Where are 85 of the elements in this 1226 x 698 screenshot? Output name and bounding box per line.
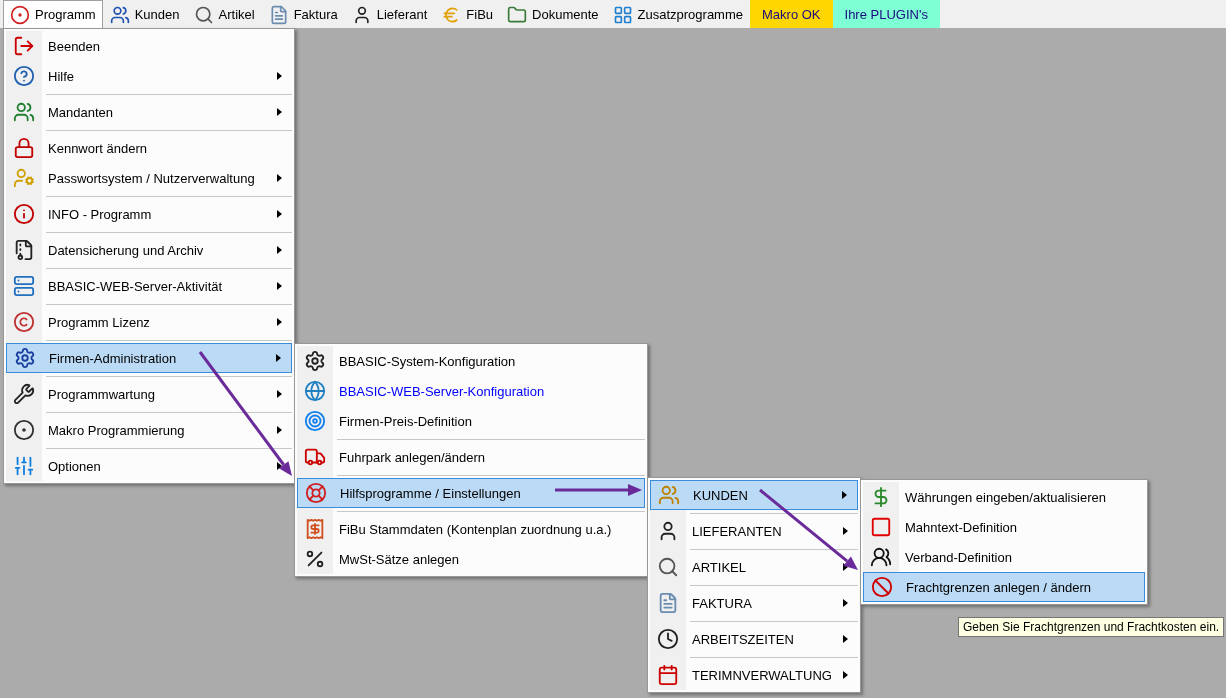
magnifier-icon (193, 4, 214, 25)
menu-item[interactable]: Hilfe (6, 61, 292, 91)
menu-item[interactable]: Makro Programmierung (6, 409, 292, 445)
menu-bar-item[interactable]: Ihre PLUGIN's (832, 0, 940, 28)
percent-icon (304, 548, 326, 570)
menu-item[interactable]: MwSt-Sätze anlegen (297, 544, 645, 574)
menu-item[interactable]: LIEFERANTEN (650, 510, 858, 546)
submenu-arrow-icon (277, 210, 282, 218)
menu-item[interactable]: Passwortsystem / Nutzerverwaltung (6, 163, 292, 193)
menu-bar-item[interactable]: FiBu (434, 0, 501, 28)
menu-item[interactable]: BBASIC-WEB-Server-Konfiguration (297, 376, 645, 406)
menu-item[interactable]: FiBu Stammdaten (Kontenplan zuordnung u.a.) (297, 508, 645, 544)
menu-item[interactable]: Mandanten (6, 91, 292, 127)
submenu-arrow-icon (277, 462, 282, 470)
submenu-arrow-icon (277, 318, 282, 326)
menu-item[interactable]: ARTIKEL (650, 546, 858, 582)
menu-item[interactable]: TERIMNVERWALTUNG (650, 654, 858, 690)
submenu-arrow-icon (277, 174, 282, 182)
menu-item[interactable]: Datensicherung und Archiv (6, 229, 292, 265)
user-settings-icon (13, 167, 35, 189)
square-icon (870, 516, 892, 538)
menu-bar-item[interactable]: Makro OK (750, 0, 833, 28)
submenu-arrow-icon (843, 671, 848, 679)
target-icon (304, 410, 326, 432)
calendar-icon (657, 664, 679, 686)
menu-item[interactable]: BBASIC-WEB-Server-Aktivität (6, 265, 292, 301)
receipt-icon (304, 518, 326, 540)
tooltip: Geben Sie Frachtgrenzen und Frachtkosten ein. (958, 617, 1225, 637)
server-icon (13, 275, 35, 297)
magnifier-icon (657, 556, 679, 578)
menu-item[interactable]: INFO - Programm (6, 193, 292, 229)
info-icon (13, 203, 35, 225)
submenu-arrow-icon (842, 491, 847, 499)
menu-bar-item[interactable]: Artikel (186, 0, 262, 28)
menu-bar-item[interactable]: Zusatzprogramme (605, 0, 750, 28)
menu-item[interactable]: Frachtgrenzen anlegen / ändern (863, 572, 1145, 602)
exit-door-icon (13, 35, 35, 57)
submenu-arrow-icon (277, 246, 282, 254)
menu-item[interactable]: Beenden (6, 31, 292, 61)
menu-item[interactable]: Kennwort ändern (6, 127, 292, 163)
menu-item[interactable]: Währungen eingeben/aktualisieren (863, 482, 1145, 512)
document-icon (657, 592, 679, 614)
menu-item[interactable]: Verband-Definition (863, 542, 1145, 572)
people-icon (109, 4, 130, 25)
folder-icon (507, 4, 528, 25)
menu-item[interactable]: Programm Lizenz (6, 301, 292, 337)
menu-item[interactable]: FAKTURA (650, 582, 858, 618)
menu-item[interactable]: Optionen (6, 445, 292, 481)
menu-bar-item[interactable]: Kunden (102, 0, 187, 28)
copyright-icon (13, 311, 35, 333)
menu-item[interactable]: Firmen-Preis-Definition (297, 406, 645, 436)
submenu-arrow-icon (843, 635, 848, 643)
menu-item[interactable]: BBASIC-System-Konfiguration (297, 346, 645, 376)
gear-icon (14, 347, 36, 369)
submenu-arrow-icon (843, 527, 848, 535)
menu-item[interactable]: Fuhrpark anlegen/ändern (297, 436, 645, 472)
gear-icon (304, 350, 326, 372)
menu-item[interactable]: ARBEITSZEITEN (650, 618, 858, 654)
menu-bar-item[interactable]: Programm (3, 0, 103, 28)
menu-bar-item[interactable]: Lieferant (344, 0, 435, 28)
menu-bar-item[interactable]: Faktura (261, 0, 345, 28)
menu-item[interactable]: Mahntext-Definition (863, 512, 1145, 542)
people-icon (658, 484, 680, 506)
submenu-arrow-icon (843, 599, 848, 607)
padlock-icon (13, 137, 35, 159)
submenu-arrow-icon (277, 282, 282, 290)
truck-icon (304, 446, 326, 468)
globe-icon (304, 380, 326, 402)
menu-item[interactable]: KUNDEN (650, 480, 858, 510)
clock-icon (657, 628, 679, 650)
sign-icon (871, 576, 893, 598)
people-icon (13, 101, 35, 123)
menu-item[interactable]: Programmwartung (6, 373, 292, 409)
submenu-arrow-icon (277, 72, 282, 80)
submenu-arrow-icon (277, 426, 282, 434)
submenu-arrow-icon (276, 354, 281, 362)
group-icon (870, 546, 892, 568)
circle-icon (13, 419, 35, 441)
wrench-icon (13, 383, 35, 405)
menu-bar-item[interactable]: Dokumente (500, 0, 606, 28)
submenu-arrow-icon (277, 390, 282, 398)
submenu-arrow-icon (277, 108, 282, 116)
help-icon (13, 65, 35, 87)
sliders-icon (13, 455, 35, 477)
lifebuoy-icon (305, 482, 327, 504)
